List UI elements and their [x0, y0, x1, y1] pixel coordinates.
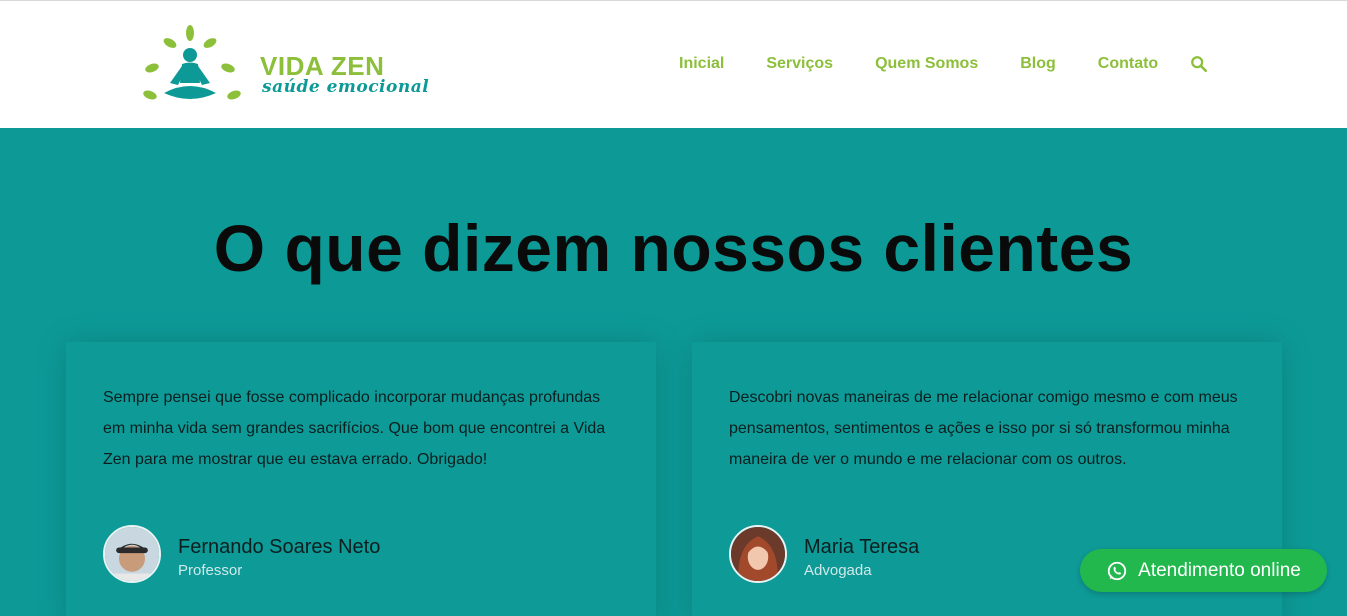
testimonial-quote: Descobri novas maneiras de me relacionar…: [729, 389, 1238, 468]
nav-item-contato[interactable]: Contato: [1098, 55, 1158, 73]
testimonial-name: Maria Teresa: [804, 536, 920, 558]
nav-item-inicial[interactable]: Inicial: [679, 55, 724, 73]
avatar: [103, 525, 161, 583]
testimonial-name: Fernando Soares Neto: [178, 536, 381, 558]
brand-tagline: saúde emocional: [262, 77, 430, 97]
testimonial-card: Sempre pensei que fosse complicado incor…: [66, 342, 656, 616]
whatsapp-chat-button[interactable]: Atendimento online: [1080, 549, 1327, 592]
whatsapp-icon: [1107, 561, 1127, 580]
avatar: [729, 525, 787, 583]
search-icon[interactable]: [1190, 55, 1208, 73]
meditation-figure-icon: [143, 25, 241, 100]
main-nav: Inicial Serviços Quem Somos Blog Contato: [679, 55, 1208, 73]
nav-item-blog[interactable]: Blog: [1020, 55, 1056, 73]
chat-button-label: Atendimento online: [1138, 559, 1301, 581]
nav-item-servicos[interactable]: Serviços: [766, 55, 833, 73]
site-header: VIDA ZEN saúde emocional Inicial Serviço…: [0, 0, 1347, 128]
nav-item-quem-somos[interactable]: Quem Somos: [875, 55, 978, 73]
testimonial-role: Advogada: [804, 562, 872, 579]
testimonial-role: Professor: [178, 562, 243, 579]
testimonial-quote: Sempre pensei que fosse complicado incor…: [103, 389, 606, 468]
section-title: O que dizem nossos clientes: [213, 211, 1134, 285]
